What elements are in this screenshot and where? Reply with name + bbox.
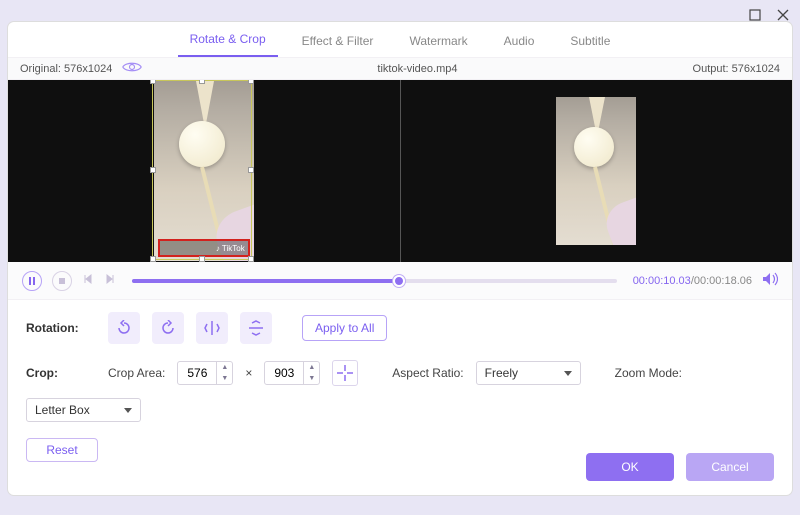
editor-panel: Rotate & Crop Effect & Filter Watermark … (8, 22, 792, 495)
rotate-left-button[interactable] (108, 312, 140, 344)
info-bar: Original: 576x1024 tiktok-video.mp4 Outp… (8, 58, 792, 80)
crop-width-up[interactable]: ▲ (217, 362, 232, 373)
dialog-footer: OK Cancel (8, 453, 792, 481)
tab-audio[interactable]: Audio (492, 26, 547, 57)
tab-effect-filter[interactable]: Effect & Filter (290, 26, 386, 57)
crop-width-down[interactable]: ▼ (217, 373, 232, 384)
aspect-ratio-select[interactable]: Freely (476, 361, 581, 385)
tabs-bar: Rotate & Crop Effect & Filter Watermark … (8, 22, 792, 58)
tab-watermark[interactable]: Watermark (397, 26, 479, 57)
rotation-row: Rotation: Apply to All (26, 312, 774, 344)
original-size-label: Original: 576x1024 (20, 63, 112, 75)
close-icon[interactable] (776, 8, 790, 22)
chevron-down-icon (564, 371, 572, 376)
pause-button[interactable] (22, 271, 42, 291)
output-size-label: Output: 576x1024 (693, 63, 780, 75)
tab-subtitle[interactable]: Subtitle (558, 26, 622, 57)
stop-button[interactable] (52, 271, 72, 291)
crop-height-up[interactable]: ▲ (304, 362, 319, 373)
preview-area: ♪ TikTok (8, 80, 792, 262)
zoom-mode-label: Zoom Mode: (615, 366, 682, 380)
apply-to-all-button[interactable]: Apply to All (302, 315, 387, 341)
next-frame-button[interactable] (104, 273, 116, 288)
chevron-down-icon (124, 408, 132, 413)
crop-label: Crop: (26, 366, 96, 380)
ok-button[interactable]: OK (586, 453, 674, 481)
rotation-label: Rotation: (26, 321, 96, 335)
output-preview (401, 80, 793, 262)
timeline-slider[interactable] (132, 279, 617, 283)
tab-rotate-crop[interactable]: Rotate & Crop (178, 24, 278, 57)
flip-vertical-button[interactable] (240, 312, 272, 344)
timeline-knob[interactable] (393, 275, 405, 287)
maximize-icon[interactable] (748, 8, 762, 22)
watermark-region: ♪ TikTok (158, 239, 250, 257)
playback-bar: 00:00:10.03/00:00:18.06 (8, 262, 792, 300)
crop-height-stepper[interactable]: ▲▼ (264, 361, 320, 385)
eye-icon[interactable] (122, 61, 142, 76)
crop-height-input[interactable] (265, 365, 303, 381)
crop-width-stepper[interactable]: ▲▼ (177, 361, 233, 385)
crop-area-label: Crop Area: (108, 366, 165, 380)
video-thumbnail-output (556, 97, 636, 245)
crop-width-input[interactable] (178, 365, 216, 381)
center-crop-button[interactable] (332, 360, 358, 386)
dimension-times-label: × (245, 366, 252, 380)
time-display: 00:00:10.03/00:00:18.06 (633, 275, 752, 287)
original-preview[interactable]: ♪ TikTok (8, 80, 400, 262)
volume-icon[interactable] (762, 272, 778, 289)
crop-row: Crop: Crop Area: ▲▼ × ▲▼ Aspect Ratio: F… (26, 360, 774, 422)
aspect-ratio-label: Aspect Ratio: (392, 366, 463, 380)
controls-area: Rotation: Apply to All Crop: Crop Ar (8, 300, 792, 470)
flip-horizontal-button[interactable] (196, 312, 228, 344)
zoom-mode-select[interactable]: Letter Box (26, 398, 141, 422)
cancel-button[interactable]: Cancel (686, 453, 774, 481)
filename-label: tiktok-video.mp4 (377, 63, 457, 75)
window-root: Rotate & Crop Effect & Filter Watermark … (0, 0, 800, 515)
crop-height-down[interactable]: ▼ (304, 373, 319, 384)
rotate-right-button[interactable] (152, 312, 184, 344)
prev-frame-button[interactable] (82, 273, 94, 288)
video-thumbnail-original: ♪ TikTok (154, 81, 254, 261)
